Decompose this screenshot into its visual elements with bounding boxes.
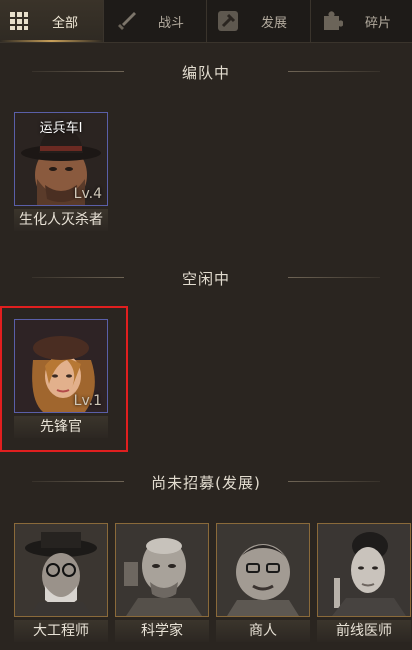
tab-combat[interactable]: 战斗	[104, 0, 206, 42]
hero-name: 大工程师	[14, 620, 108, 642]
tab-all[interactable]: 全部	[0, 0, 103, 42]
hero-portrait-engineer	[15, 524, 107, 616]
hero-name: 前线医师	[317, 620, 411, 642]
tab-combat-label: 战斗	[158, 16, 185, 31]
tab-all-label: 全部	[52, 16, 79, 31]
tab-development[interactable]: 发展	[207, 0, 310, 42]
tab-fragments[interactable]: 碎片	[311, 0, 412, 42]
grid-icon	[10, 12, 28, 30]
hero-portrait-scientist	[116, 524, 208, 616]
tab-development-label: 发展	[261, 16, 288, 31]
hammer-icon	[218, 11, 238, 31]
hero-card-chief-engineer[interactable]: 大工程师	[14, 523, 108, 642]
section-title-idle: 空闲中	[181, 270, 230, 288]
hero-portrait-frame	[216, 523, 310, 617]
header-divider	[288, 481, 380, 482]
section-header-idle: 空闲中	[0, 266, 412, 290]
header-divider	[288, 277, 380, 278]
hero-card-biohuman-slayer[interactable]: 运兵车Ⅰ Lv.4 生化人灭杀者	[14, 112, 108, 231]
hero-name: 商人	[216, 620, 310, 642]
section-title-unrecruited: 尚未招募(发展)	[151, 474, 261, 492]
hero-name: 科学家	[115, 620, 209, 642]
hero-card-scientist[interactable]: 科学家	[115, 523, 209, 642]
hero-portrait-frame	[115, 523, 209, 617]
hero-portrait-medic	[318, 524, 410, 616]
category-tab-bar: 全部 战斗 发展 碎片	[0, 0, 412, 43]
header-divider	[288, 71, 380, 72]
hero-portrait-frame	[14, 523, 108, 617]
hero-card-frontline-medic[interactable]: 前线医师	[317, 523, 411, 642]
hero-name: 生化人灭杀者	[14, 209, 108, 231]
hero-level: Lv.4	[73, 186, 102, 202]
hero-card-merchant[interactable]: 商人	[216, 523, 310, 642]
selection-highlight	[0, 306, 128, 452]
tab-fragments-label: 碎片	[365, 16, 392, 31]
puzzle-icon	[324, 11, 343, 30]
section-header-unrecruited: 尚未招募(发展)	[0, 470, 412, 494]
hero-portrait-merchant	[217, 524, 309, 616]
hero-portrait-frame: 运兵车Ⅰ Lv.4	[14, 112, 108, 206]
hero-portrait-frame	[317, 523, 411, 617]
section-title-in-team: 编队中	[181, 64, 230, 82]
sword-icon	[118, 12, 136, 30]
vehicle-badge: 运兵车Ⅰ	[39, 121, 83, 136]
section-header-in-team: 编队中	[0, 60, 412, 84]
